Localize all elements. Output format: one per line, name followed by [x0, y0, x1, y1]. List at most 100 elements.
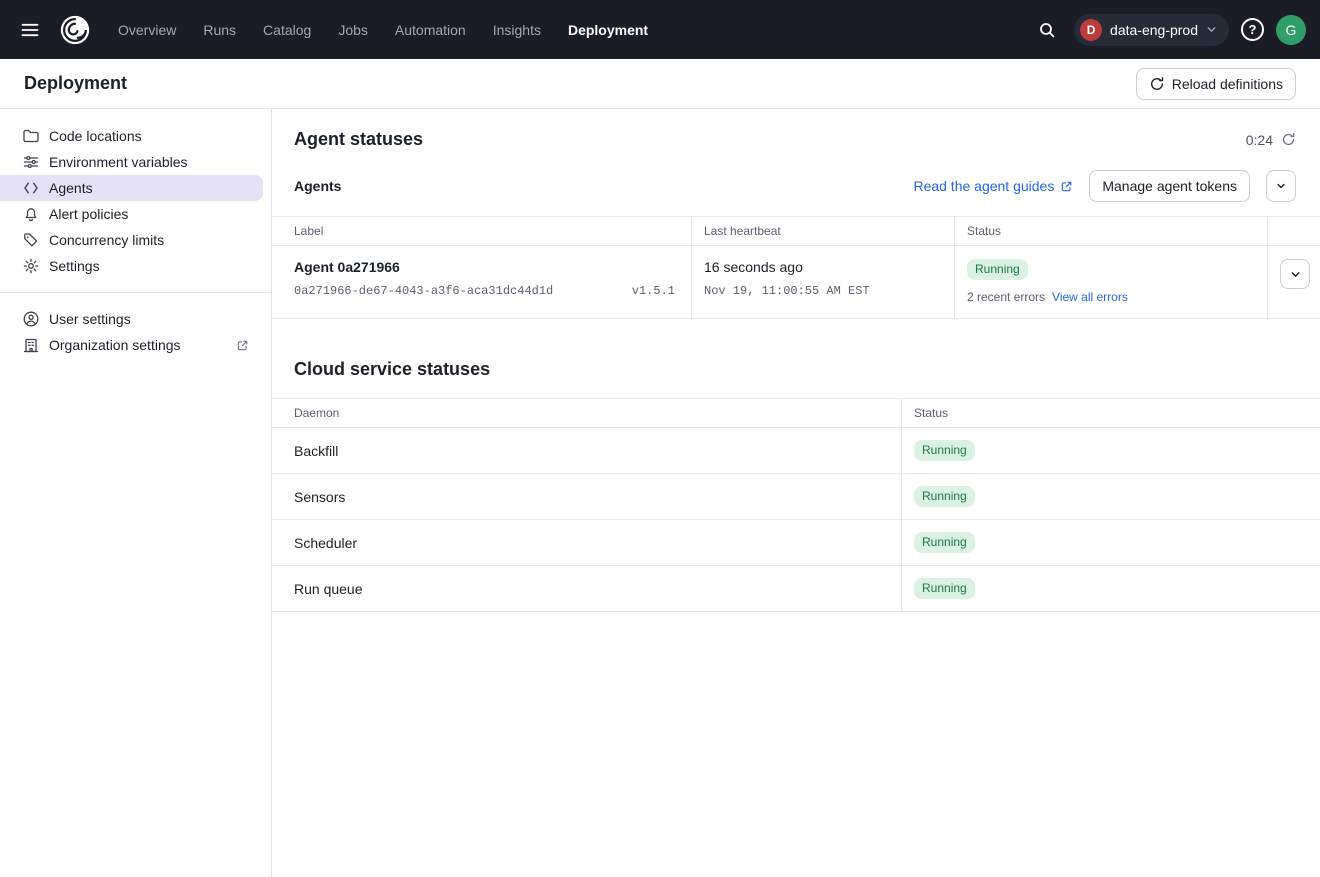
agent-row: Agent 0a271966 0a271966-de67-4043-a3f6-a… — [272, 246, 1320, 319]
column-header-status: Status — [902, 399, 1320, 427]
column-header-label: Label — [272, 217, 692, 245]
agent-expand-button[interactable] — [1280, 259, 1310, 289]
tag-icon — [22, 231, 40, 249]
view-all-errors-link[interactable]: View all errors — [1052, 290, 1128, 304]
page-header: Deployment Reload definitions — [0, 59, 1320, 109]
agent-heartbeat-cell: 16 seconds ago Nov 19, 11:00:55 AM EST — [692, 246, 955, 318]
nav-item-jobs[interactable]: Jobs — [338, 22, 368, 38]
sidebar-item-user-settings[interactable]: User settings — [0, 306, 271, 332]
daemon-row-sensors: Sensors Running — [272, 474, 1320, 520]
gear-icon — [22, 257, 40, 275]
help-icon: ? — [1249, 22, 1257, 37]
main-content: Agent statuses 0:24 Agents Read the agen… — [272, 109, 1320, 877]
column-header-status: Status — [955, 217, 1268, 245]
dagster-logo — [54, 13, 96, 47]
refresh-countdown: 0:24 — [1246, 132, 1296, 148]
agent-icon — [22, 179, 40, 197]
nav-item-automation[interactable]: Automation — [395, 22, 466, 38]
agent-guides-link-label: Read the agent guides — [913, 178, 1054, 194]
nav-item-insights[interactable]: Insights — [493, 22, 541, 38]
folder-icon — [22, 127, 40, 145]
deployment-badge: D — [1080, 19, 1102, 41]
daemon-status-cell: Running — [902, 566, 1320, 611]
heartbeat-timestamp: Nov 19, 11:00:55 AM EST — [704, 284, 870, 298]
topnav-right-cluster: D data-eng-prod ? G — [1032, 14, 1306, 46]
help-button[interactable]: ? — [1241, 18, 1264, 41]
reload-definitions-label: Reload definitions — [1172, 76, 1283, 92]
agents-toolbar: Agents Read the agent guides Manage agen… — [272, 150, 1320, 216]
status-badge: Running — [967, 259, 1028, 280]
cloud-services-table-header: Daemon Status — [272, 399, 1320, 428]
chevron-down-icon — [1206, 24, 1217, 35]
external-link-icon — [236, 339, 249, 352]
deployment-switcher[interactable]: D data-eng-prod — [1074, 14, 1229, 46]
status-badge: Running — [914, 486, 975, 507]
nav-item-deployment[interactable]: Deployment — [568, 22, 648, 38]
agent-statuses-header: Agent statuses 0:24 — [272, 109, 1320, 150]
sidebar-item-label: Code locations — [49, 128, 142, 144]
agent-label-cell: Agent 0a271966 0a271966-de67-4043-a3f6-a… — [272, 246, 692, 318]
daemon-status-cell: Running — [902, 474, 1320, 519]
daemon-name: Backfill — [272, 428, 902, 473]
daemon-row-run-queue: Run queue Running — [272, 566, 1320, 612]
nav-item-runs[interactable]: Runs — [203, 22, 236, 38]
search-button[interactable] — [1032, 15, 1062, 45]
cloud-services-table: Daemon Status Backfill Running Sensors R… — [272, 398, 1320, 612]
hamburger-menu-button[interactable] — [14, 14, 46, 46]
sidebar-item-organization-settings[interactable]: Organization settings — [0, 332, 271, 358]
agent-guides-link[interactable]: Read the agent guides — [913, 178, 1073, 194]
sidebar-item-settings[interactable]: Settings — [0, 253, 271, 279]
column-header-actions — [1268, 217, 1320, 245]
daemon-name: Scheduler — [272, 520, 902, 565]
agent-version: v1.5.1 — [632, 284, 675, 298]
sidebar-item-label: Concurrency limits — [49, 232, 164, 248]
recent-errors-text: 2 recent errors — [967, 290, 1045, 304]
sidebar-item-label: Environment variables — [49, 154, 188, 170]
agents-table: Label Last heartbeat Status Agent 0a2719… — [272, 216, 1320, 319]
countdown-value: 0:24 — [1246, 132, 1273, 148]
primary-nav: Overview Runs Catalog Jobs Automation In… — [118, 22, 648, 38]
cloud-service-statuses-header: Cloud service statuses — [272, 319, 1320, 398]
daemon-row-scheduler: Scheduler Running — [272, 520, 1320, 566]
sidebar-item-label: User settings — [49, 311, 131, 327]
manage-agent-tokens-button[interactable]: Manage agent tokens — [1089, 170, 1250, 202]
sidebar-item-environment-variables[interactable]: Environment variables — [0, 149, 271, 175]
sidebar-item-label: Settings — [49, 258, 100, 274]
sidebar-item-agents[interactable]: Agents — [0, 175, 263, 201]
bell-icon — [22, 205, 40, 223]
sidebar-item-concurrency-limits[interactable]: Concurrency limits — [0, 227, 271, 253]
page-title: Deployment — [24, 73, 127, 94]
hamburger-icon — [20, 20, 40, 40]
agent-name: Agent 0a271966 — [294, 259, 675, 275]
agent-expand-cell — [1268, 246, 1320, 318]
sidebar-item-code-locations[interactable]: Code locations — [0, 123, 271, 149]
deployment-name: data-eng-prod — [1110, 22, 1198, 38]
reload-definitions-button[interactable]: Reload definitions — [1136, 68, 1296, 100]
cloud-service-statuses-title: Cloud service statuses — [294, 359, 490, 380]
top-nav: Overview Runs Catalog Jobs Automation In… — [0, 0, 1320, 59]
nav-item-catalog[interactable]: Catalog — [263, 22, 311, 38]
agents-table-header: Label Last heartbeat Status — [272, 217, 1320, 246]
daemon-row-backfill: Backfill Running — [272, 428, 1320, 474]
sidebar-item-label: Agents — [49, 180, 93, 196]
sidebar-item-alert-policies[interactable]: Alert policies — [0, 201, 271, 227]
manage-agent-tokens-label: Manage agent tokens — [1102, 178, 1237, 194]
status-badge: Running — [914, 440, 975, 461]
status-badge: Running — [914, 578, 975, 599]
chevron-down-icon — [1276, 181, 1286, 191]
refresh-icon[interactable] — [1281, 132, 1296, 147]
external-link-icon — [1060, 180, 1073, 193]
search-icon — [1038, 21, 1056, 39]
user-avatar[interactable]: G — [1276, 15, 1306, 45]
sidebar-divider — [0, 292, 271, 293]
nav-item-overview[interactable]: Overview — [118, 22, 176, 38]
agent-id: 0a271966-de67-4043-a3f6-aca31dc44d1d — [294, 284, 553, 298]
deployment-sidebar: Code locations Environment variables Age… — [0, 109, 272, 877]
reload-icon — [1149, 76, 1165, 92]
agents-more-actions-button[interactable] — [1266, 170, 1296, 202]
agents-subsection-title: Agents — [294, 178, 341, 194]
sidebar-item-label: Organization settings — [49, 337, 181, 353]
agent-statuses-title: Agent statuses — [294, 129, 423, 150]
sidebar-item-label: Alert policies — [49, 206, 128, 222]
column-header-daemon: Daemon — [272, 399, 902, 427]
